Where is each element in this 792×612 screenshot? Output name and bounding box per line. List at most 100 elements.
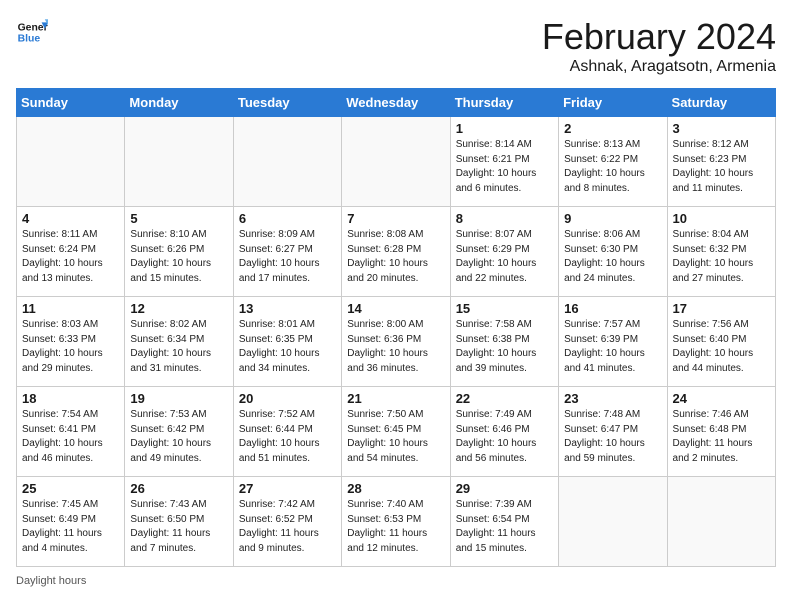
day-number: 27 (239, 481, 336, 496)
calendar-day-cell (342, 117, 450, 207)
day-number: 21 (347, 391, 444, 406)
calendar-day-cell: 16Sunrise: 7:57 AM Sunset: 6:39 PM Dayli… (559, 297, 667, 387)
weekday-header: Tuesday (233, 89, 341, 117)
calendar-day-cell: 19Sunrise: 7:53 AM Sunset: 6:42 PM Dayli… (125, 387, 233, 477)
weekday-header: Monday (125, 89, 233, 117)
day-info: Sunrise: 7:45 AM Sunset: 6:49 PM Dayligh… (22, 498, 119, 556)
footer: Daylight hours (16, 575, 776, 587)
day-number: 26 (130, 481, 227, 496)
day-number: 13 (239, 301, 336, 316)
day-info: Sunrise: 7:39 AM Sunset: 6:54 PM Dayligh… (456, 498, 553, 556)
day-info: Sunrise: 8:12 AM Sunset: 6:23 PM Dayligh… (673, 138, 770, 196)
calendar-week-row: 18Sunrise: 7:54 AM Sunset: 6:41 PM Dayli… (17, 387, 776, 477)
day-number: 5 (130, 211, 227, 226)
calendar-day-cell: 11 Sunrise: 8:03 AM Sunset: 6:33 PM Dayli… (17, 297, 125, 387)
day-number: 24 (673, 391, 770, 406)
calendar-day-cell: 24 Sunrise: 7:46 AM Sunset: 6:48 PM Dayli… (667, 387, 775, 477)
day-number: 9 (564, 211, 661, 226)
day-number: 20 (239, 391, 336, 406)
calendar-day-cell: 1 Sunrise: 8:14 AM Sunset: 6:21 PM Daylig… (450, 117, 558, 207)
day-number: 11 (22, 301, 119, 316)
calendar-day-cell: 14Sunrise: 8:00 AM Sunset: 6:36 PM Dayli… (342, 297, 450, 387)
day-number: 29 (456, 481, 553, 496)
day-info: Sunrise: 7:40 AM Sunset: 6:53 PM Dayligh… (347, 498, 444, 556)
day-number: 12 (130, 301, 227, 316)
calendar-day-cell (667, 477, 775, 567)
calendar-day-cell (17, 117, 125, 207)
day-info: Sunrise: 7:46 AM Sunset: 6:48 PM Dayligh… (673, 408, 770, 466)
day-info: Sunrise: 7:56 AM Sunset: 6:40 PM Dayligh… (673, 318, 770, 376)
day-info: Sunrise: 8:06 AM Sunset: 6:30 PM Dayligh… (564, 228, 661, 286)
day-number: 4 (22, 211, 119, 226)
calendar-subtitle: Ashnak, Aragatsotn, Armenia (542, 58, 776, 76)
day-info: Sunrise: 7:43 AM Sunset: 6:50 PM Dayligh… (130, 498, 227, 556)
svg-text:Blue: Blue (18, 34, 41, 45)
calendar-day-cell: 7Sunrise: 8:08 AM Sunset: 6:28 PM Daylig… (342, 207, 450, 297)
header: General Blue February 2024 Ashnak, Araga… (16, 16, 776, 76)
day-number: 3 (673, 121, 770, 136)
calendar-day-cell: 26 Sunrise: 7:43 AM Sunset: 6:50 PM Dayli… (125, 477, 233, 567)
calendar-day-cell: 17 Sunrise: 7:56 AM Sunset: 6:40 PM Dayli… (667, 297, 775, 387)
day-info: Sunrise: 7:58 AM Sunset: 6:38 PM Dayligh… (456, 318, 553, 376)
calendar-table: SundayMondayTuesdayWednesdayThursdayFrid… (16, 88, 776, 567)
calendar-day-cell: 4 Sunrise: 8:11 AM Sunset: 6:24 PM Daylig… (17, 207, 125, 297)
logo-icon: General Blue (16, 16, 48, 48)
calendar-day-cell (559, 477, 667, 567)
calendar-day-cell: 5 Sunrise: 8:10 AM Sunset: 6:26 PM Daylig… (125, 207, 233, 297)
day-number: 1 (456, 121, 553, 136)
calendar-day-cell: 3 Sunrise: 8:12 AM Sunset: 6:23 PM Daylig… (667, 117, 775, 207)
day-number: 6 (239, 211, 336, 226)
day-number: 22 (456, 391, 553, 406)
logo: General Blue (16, 16, 48, 48)
day-info: Sunrise: 7:49 AM Sunset: 6:46 PM Dayligh… (456, 408, 553, 466)
calendar-day-cell: 20 Sunrise: 7:52 AM Sunset: 6:44 PM Dayli… (233, 387, 341, 477)
header-row: SundayMondayTuesdayWednesdayThursdayFrid… (17, 89, 776, 117)
weekday-header: Sunday (17, 89, 125, 117)
weekday-header: Wednesday (342, 89, 450, 117)
day-number: 18 (22, 391, 119, 406)
day-number: 16 (564, 301, 661, 316)
day-number: 28 (347, 481, 444, 496)
day-info: Sunrise: 7:52 AM Sunset: 6:44 PM Dayligh… (239, 408, 336, 466)
calendar-day-cell: 12 Sunrise: 8:02 AM Sunset: 6:34 PM Dayli… (125, 297, 233, 387)
day-info: Sunrise: 8:14 AM Sunset: 6:21 PM Dayligh… (456, 138, 553, 196)
day-number: 25 (22, 481, 119, 496)
day-number: 8 (456, 211, 553, 226)
day-number: 7 (347, 211, 444, 226)
day-info: Sunrise: 8:04 AM Sunset: 6:32 PM Dayligh… (673, 228, 770, 286)
calendar-day-cell (125, 117, 233, 207)
title-section: February 2024 Ashnak, Aragatsotn, Armeni… (542, 16, 776, 76)
day-number: 19 (130, 391, 227, 406)
day-info: Sunrise: 8:02 AM Sunset: 6:34 PM Dayligh… (130, 318, 227, 376)
calendar-day-cell: 8 Sunrise: 8:07 AM Sunset: 6:29 PM Daylig… (450, 207, 558, 297)
day-info: Sunrise: 8:11 AM Sunset: 6:24 PM Dayligh… (22, 228, 119, 286)
day-info: Sunrise: 8:07 AM Sunset: 6:29 PM Dayligh… (456, 228, 553, 286)
weekday-header: Friday (559, 89, 667, 117)
day-info: Sunrise: 8:01 AM Sunset: 6:35 PM Dayligh… (239, 318, 336, 376)
calendar-day-cell: 13 Sunrise: 8:01 AM Sunset: 6:35 PM Dayli… (233, 297, 341, 387)
calendar-week-row: 11 Sunrise: 8:03 AM Sunset: 6:33 PM Dayli… (17, 297, 776, 387)
calendar-week-row: 25 Sunrise: 7:45 AM Sunset: 6:49 PM Dayli… (17, 477, 776, 567)
calendar-day-cell: 6 Sunrise: 8:09 AM Sunset: 6:27 PM Daylig… (233, 207, 341, 297)
day-number: 17 (673, 301, 770, 316)
day-info: Sunrise: 8:09 AM Sunset: 6:27 PM Dayligh… (239, 228, 336, 286)
weekday-header: Saturday (667, 89, 775, 117)
day-number: 15 (456, 301, 553, 316)
calendar-week-row: 1 Sunrise: 8:14 AM Sunset: 6:21 PM Daylig… (17, 117, 776, 207)
calendar-day-cell: 25 Sunrise: 7:45 AM Sunset: 6:49 PM Dayli… (17, 477, 125, 567)
day-info: Sunrise: 8:03 AM Sunset: 6:33 PM Dayligh… (22, 318, 119, 376)
calendar-day-cell: 18Sunrise: 7:54 AM Sunset: 6:41 PM Dayli… (17, 387, 125, 477)
calendar-day-cell: 21Sunrise: 7:50 AM Sunset: 6:45 PM Dayli… (342, 387, 450, 477)
calendar-week-row: 4 Sunrise: 8:11 AM Sunset: 6:24 PM Daylig… (17, 207, 776, 297)
calendar-day-cell: 29 Sunrise: 7:39 AM Sunset: 6:54 PM Dayli… (450, 477, 558, 567)
calendar-day-cell: 23 Sunrise: 7:48 AM Sunset: 6:47 PM Dayli… (559, 387, 667, 477)
calendar-day-cell: 10 Sunrise: 8:04 AM Sunset: 6:32 PM Dayli… (667, 207, 775, 297)
calendar-day-cell: 15 Sunrise: 7:58 AM Sunset: 6:38 PM Dayli… (450, 297, 558, 387)
day-info: Sunrise: 7:48 AM Sunset: 6:47 PM Dayligh… (564, 408, 661, 466)
day-number: 23 (564, 391, 661, 406)
calendar-day-cell: 27 Sunrise: 7:42 AM Sunset: 6:52 PM Dayli… (233, 477, 341, 567)
weekday-header: Thursday (450, 89, 558, 117)
day-info: Sunrise: 8:10 AM Sunset: 6:26 PM Dayligh… (130, 228, 227, 286)
day-info: Sunrise: 7:42 AM Sunset: 6:52 PM Dayligh… (239, 498, 336, 556)
day-number: 10 (673, 211, 770, 226)
